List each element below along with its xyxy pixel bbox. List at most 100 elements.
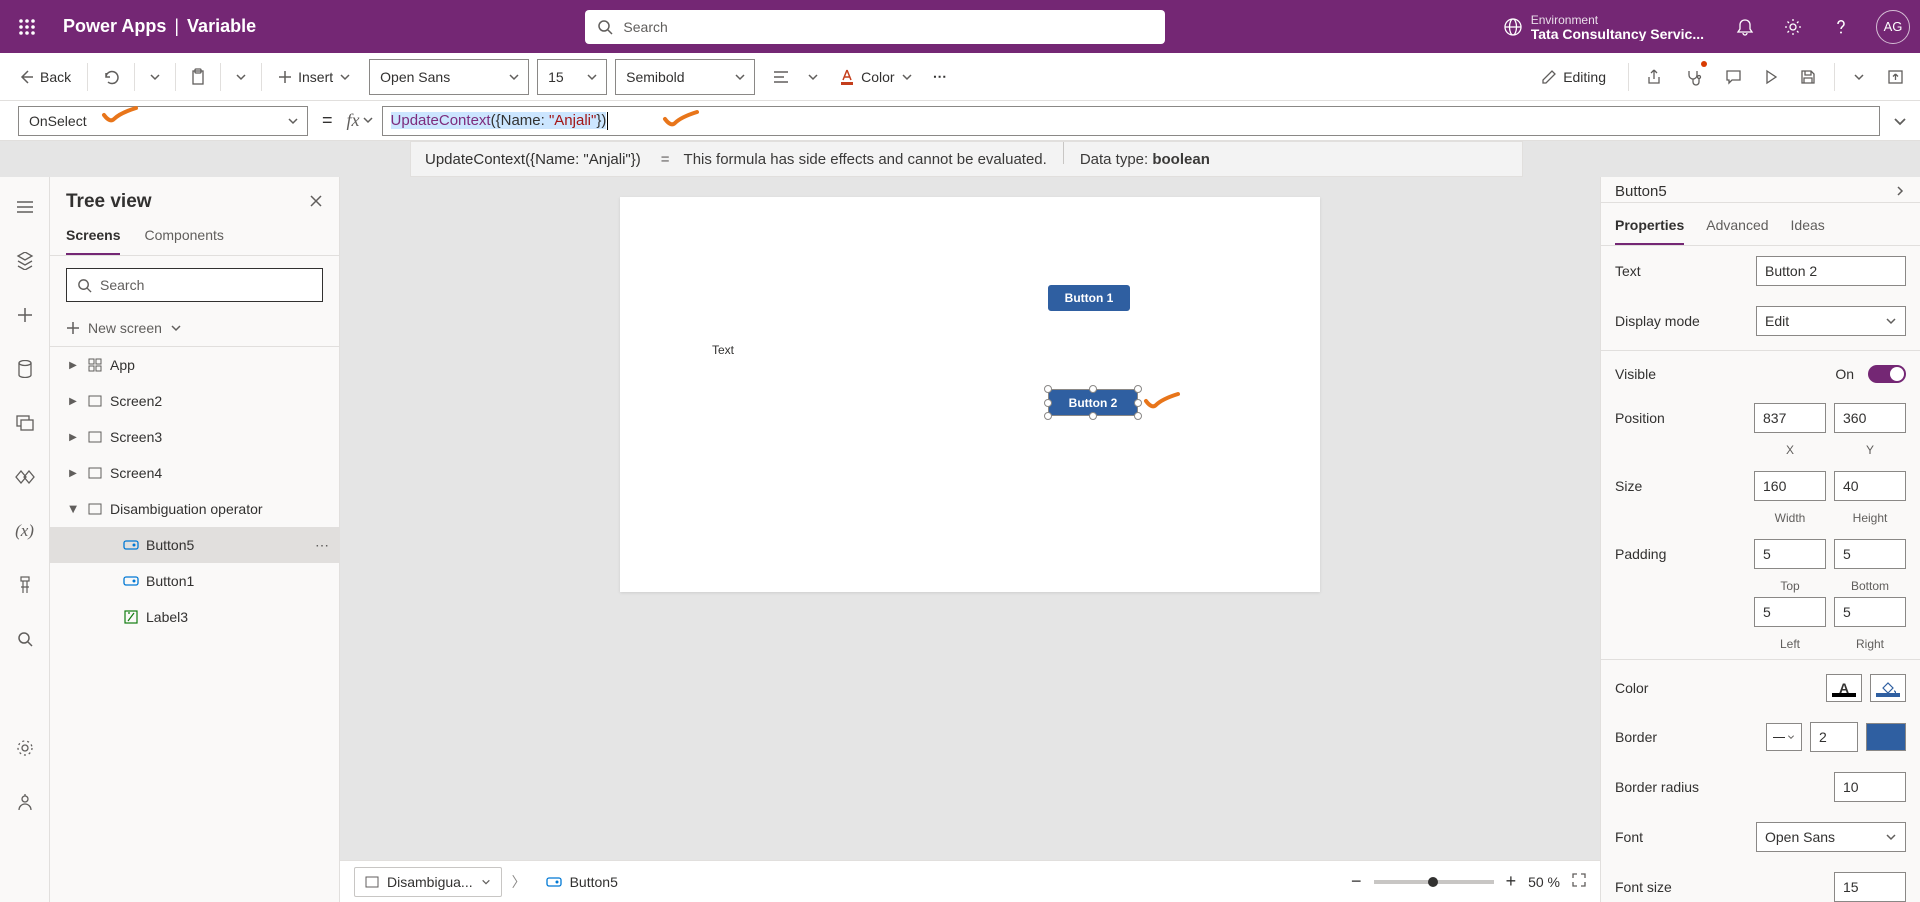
breadcrumb-screen[interactable]: Disambigua... [354, 867, 502, 897]
visible-toggle[interactable] [1868, 365, 1906, 383]
rail-search-icon[interactable] [5, 619, 45, 659]
breadcrumb-control[interactable]: Button5 [536, 867, 628, 897]
resize-handle[interactable] [1044, 399, 1052, 407]
panel-expand-icon[interactable] [1894, 184, 1906, 200]
fx-chevron[interactable] [362, 113, 374, 129]
tree-close-button[interactable] [309, 194, 323, 211]
editing-mode-button[interactable]: Editing [1529, 59, 1618, 95]
expand-icon[interactable]: ▶ [66, 468, 80, 479]
zoom-thumb[interactable] [1428, 877, 1438, 887]
save-button[interactable] [1792, 59, 1824, 95]
padding-right-input[interactable]: 5 [1834, 597, 1906, 627]
rail-automate-icon[interactable] [5, 457, 45, 497]
app-launcher-icon[interactable] [0, 18, 53, 36]
property-selector[interactable]: OnSelect [18, 106, 308, 136]
canvas-button2-selected[interactable]: Button 2 [1048, 389, 1138, 416]
zoom-in-button[interactable]: + [1506, 871, 1517, 892]
width-input[interactable]: 160 [1754, 471, 1826, 501]
settings-icon[interactable] [1770, 4, 1816, 50]
tab-advanced[interactable]: Advanced [1706, 211, 1768, 245]
notifications-icon[interactable] [1722, 4, 1768, 50]
design-canvas[interactable]: Button 1 Text Button 2 [620, 197, 1320, 592]
rail-virtual-agent-icon[interactable] [5, 782, 45, 822]
padding-bottom-input[interactable]: 5 [1834, 539, 1906, 569]
share-button[interactable] [1639, 59, 1671, 95]
formula-expand-button[interactable] [1880, 114, 1920, 128]
formula-input[interactable]: UpdateContext({Name: "Anjali"}) [382, 106, 1880, 136]
font-select[interactable]: Open Sans [1756, 822, 1906, 852]
border-width-input[interactable]: 2 [1810, 722, 1858, 752]
user-avatar[interactable]: AG [1876, 10, 1910, 44]
font-family-select[interactable]: Open Sans [369, 59, 529, 95]
save-chevron[interactable] [1845, 59, 1873, 95]
comments-button[interactable] [1717, 59, 1750, 95]
height-input[interactable]: 40 [1834, 471, 1906, 501]
rail-variables-icon[interactable]: (x) [5, 511, 45, 551]
tab-components[interactable]: Components [144, 219, 223, 255]
resize-handle[interactable] [1134, 385, 1142, 393]
app-checker-button[interactable] [1677, 59, 1711, 95]
resize-handle[interactable] [1134, 412, 1142, 420]
undo-split-chevron[interactable] [141, 59, 169, 95]
new-screen-button[interactable]: New screen [50, 314, 339, 347]
fill-color-picker[interactable] [1870, 674, 1906, 702]
paste-split-chevron[interactable] [227, 59, 255, 95]
tree-item-button5[interactable]: Button5 ⋯ [50, 527, 339, 563]
help-icon[interactable] [1818, 4, 1864, 50]
tree-search-input[interactable]: Search [66, 268, 323, 302]
fit-to-screen-button[interactable] [1572, 873, 1586, 890]
expand-icon[interactable]: ▶ [66, 396, 80, 407]
rail-data-icon[interactable] [5, 349, 45, 389]
tab-ideas[interactable]: Ideas [1791, 211, 1825, 245]
tree-item-screen3[interactable]: ▶ Screen3 [50, 419, 339, 455]
align-chevron[interactable] [799, 59, 827, 95]
font-size-select[interactable]: 15 [537, 59, 607, 95]
resize-handle[interactable] [1044, 385, 1052, 393]
border-color-picker[interactable] [1866, 723, 1906, 751]
publish-button[interactable] [1879, 59, 1912, 95]
overflow-button[interactable]: ⋯ [925, 59, 957, 95]
padding-top-input[interactable]: 5 [1754, 539, 1826, 569]
display-mode-select[interactable]: Edit [1756, 306, 1906, 336]
rail-tree-view-icon[interactable] [5, 241, 45, 281]
item-menu-button[interactable]: ⋯ [315, 537, 331, 554]
tree-item-screen2[interactable]: ▶ Screen2 [50, 383, 339, 419]
environment-picker[interactable]: Environment Tata Consultancy Servic... [1485, 13, 1722, 41]
insert-button[interactable]: Insert [268, 59, 361, 95]
tree-item-label3[interactable]: Label3 [50, 599, 339, 635]
resize-handle[interactable] [1134, 399, 1142, 407]
preview-button[interactable] [1756, 59, 1786, 95]
font-size-input[interactable]: 15 [1834, 872, 1906, 902]
tree-item-screen4[interactable]: ▶ Screen4 [50, 455, 339, 491]
canvas-viewport[interactable]: Button 1 Text Button 2 [340, 177, 1600, 902]
resize-handle[interactable] [1044, 412, 1052, 420]
position-y-input[interactable]: 360 [1834, 403, 1906, 433]
font-weight-select[interactable]: Semibold [615, 59, 755, 95]
undo-button[interactable] [94, 59, 128, 95]
align-button[interactable] [765, 59, 797, 95]
global-search-input[interactable]: Search [585, 10, 1165, 44]
tree-item-button1[interactable]: Button1 [50, 563, 339, 599]
resize-handle[interactable] [1089, 412, 1097, 420]
zoom-out-button[interactable]: − [1351, 871, 1362, 892]
border-style-select[interactable] [1766, 723, 1802, 751]
canvas-label3[interactable]: Text [712, 343, 734, 357]
paste-button[interactable] [182, 59, 214, 95]
border-radius-input[interactable]: 10 [1834, 772, 1906, 802]
resize-handle[interactable] [1089, 385, 1097, 393]
expand-icon[interactable]: ▶ [66, 432, 80, 443]
rail-tools-icon[interactable] [5, 565, 45, 605]
collapse-icon[interactable]: ▶ [68, 502, 79, 516]
tab-properties[interactable]: Properties [1615, 211, 1684, 245]
font-color-button[interactable]: Color [829, 59, 922, 95]
rail-settings-icon[interactable] [5, 728, 45, 768]
expand-icon[interactable]: ▶ [66, 360, 80, 371]
canvas-button1[interactable]: Button 1 [1048, 285, 1130, 311]
padding-left-input[interactable]: 5 [1754, 597, 1826, 627]
back-button[interactable]: Back [8, 59, 81, 95]
tab-screens[interactable]: Screens [66, 219, 120, 255]
rail-media-icon[interactable] [5, 403, 45, 443]
position-x-input[interactable]: 837 [1754, 403, 1826, 433]
tree-item-app[interactable]: ▶ App [50, 347, 339, 383]
zoom-slider[interactable] [1374, 880, 1494, 884]
